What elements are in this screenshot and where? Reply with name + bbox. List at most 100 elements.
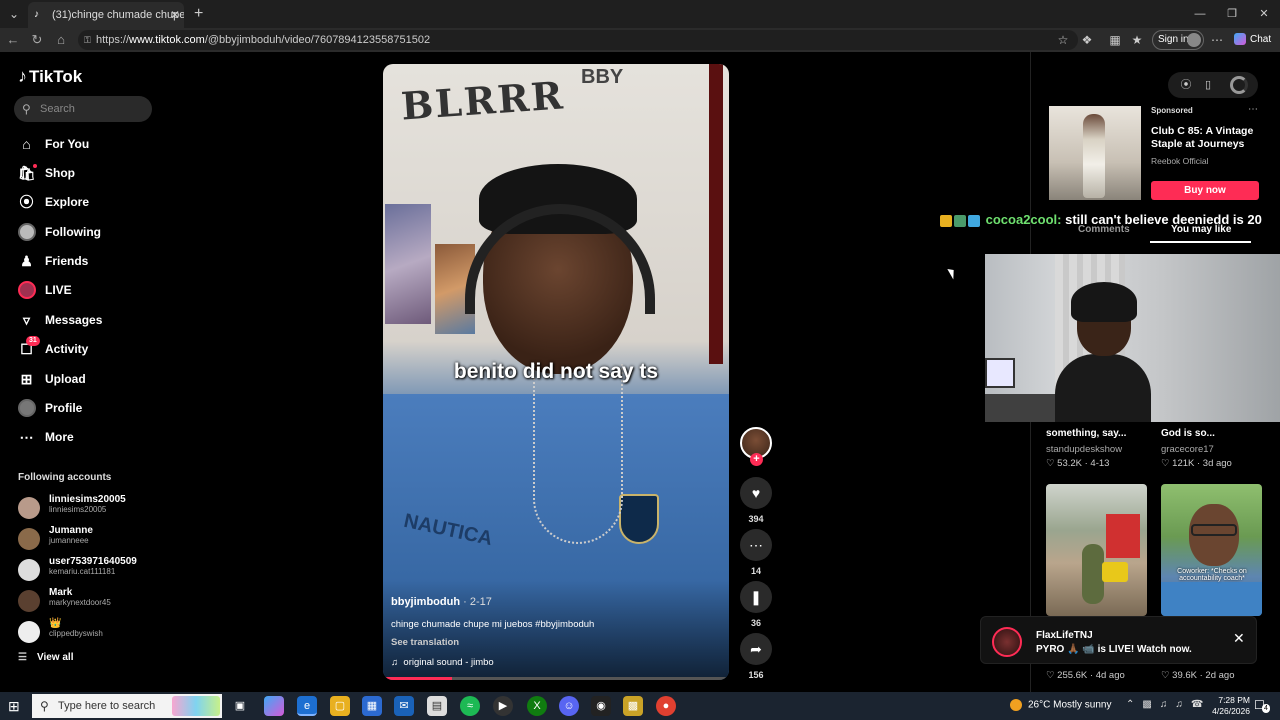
card-date: · 4d ago bbox=[1087, 670, 1125, 681]
more-icon[interactable]: ⋯ bbox=[1208, 31, 1226, 49]
card-author[interactable]: gracecore17 bbox=[1161, 444, 1214, 455]
weather-widget[interactable]: 26°C Mostly sunny bbox=[1010, 699, 1111, 711]
taskbar-clock[interactable]: 7:28 PM 4/26/2026 bbox=[1200, 695, 1250, 717]
buy-now-button[interactable]: Buy now bbox=[1151, 181, 1259, 200]
follow-plus-icon[interactable]: + bbox=[750, 453, 763, 466]
search-highlight-art bbox=[172, 696, 220, 716]
home-icon[interactable]: ⌂ bbox=[52, 31, 70, 49]
ad-more-icon[interactable]: ⋯ bbox=[1248, 104, 1258, 115]
notification-center-icon[interactable]: ☐ 4 bbox=[1254, 698, 1270, 713]
avatar bbox=[18, 590, 40, 612]
following-account[interactable]: user753971640509 kemariu.cat111181 bbox=[18, 555, 168, 583]
phone-icon[interactable]: ▯ bbox=[1199, 76, 1217, 94]
comment-button[interactable]: ⋯ 14 bbox=[740, 529, 772, 576]
video-thumbnail[interactable] bbox=[1046, 484, 1147, 616]
new-tab-plus-icon[interactable]: + bbox=[194, 4, 203, 24]
see-translation-link[interactable]: See translation bbox=[391, 637, 459, 648]
video-caption-overlay: benito did not say ts bbox=[453, 360, 659, 383]
right-tabs: Comments You may like bbox=[1040, 224, 1280, 244]
live-notification[interactable]: FlaxLifeTNJ PYRO 🙏🏾 📹 is LIVE! Watch now… bbox=[980, 616, 1257, 664]
share-button[interactable]: ➦ 156 bbox=[740, 633, 772, 680]
system-tray-icons[interactable]: ⌃▩♫♫☎ bbox=[1126, 699, 1211, 710]
nav-more[interactable]: ⋯ More bbox=[18, 426, 168, 448]
copilot-chat-button[interactable]: Chat bbox=[1234, 31, 1271, 49]
tiktok-logo[interactable]: ♪ TikTok bbox=[18, 66, 82, 87]
minimize-icon[interactable]: — bbox=[1184, 0, 1216, 28]
discord-icon[interactable]: ☺ bbox=[559, 696, 579, 716]
avatar bbox=[18, 559, 40, 581]
nav-for-you[interactable]: ⌂ For You bbox=[18, 133, 168, 155]
taskbar-search-input[interactable]: ⚲ Type here to search bbox=[32, 694, 222, 718]
browser-tab[interactable]: ♪ (31)chinge chumade chupe m ✕ bbox=[28, 2, 184, 28]
mouse-cursor bbox=[947, 266, 958, 280]
notepad-icon[interactable]: ▤ bbox=[427, 696, 447, 716]
close-tab-icon[interactable]: ✕ bbox=[170, 2, 180, 28]
video-sound[interactable]: ♫ original sound - jimbo bbox=[391, 657, 494, 668]
save-button[interactable]: ❚ 36 bbox=[740, 581, 772, 628]
account-handle: kemariu.cat111181 bbox=[49, 567, 116, 576]
mail-icon[interactable]: ✉ bbox=[394, 696, 414, 716]
like-button[interactable]: ♥ 394 bbox=[740, 477, 772, 524]
live-icon bbox=[18, 281, 36, 299]
refresh-icon[interactable]: ↻ bbox=[28, 31, 46, 49]
video-player[interactable]: BLRRR BBY NAUTICA benito did not say ts … bbox=[383, 64, 729, 680]
xbox-icon[interactable]: X bbox=[527, 696, 547, 716]
ad-title[interactable]: Club C 85: A Vintage Staple at Journeys bbox=[1151, 125, 1266, 151]
account-handle: markynextdoor45 bbox=[49, 598, 111, 607]
video-thumbnail[interactable]: Coworker: *Checks on accountability coac… bbox=[1161, 484, 1262, 616]
extensions-icon[interactable]: ❖ bbox=[1078, 31, 1096, 49]
favorites-icon[interactable]: ★ bbox=[1128, 31, 1146, 49]
following-account[interactable]: Jumanne jumanneee bbox=[18, 524, 168, 552]
collections-icon[interactable]: ▦ bbox=[1106, 31, 1124, 49]
favorite-star-icon[interactable]: ☆ bbox=[1054, 31, 1072, 49]
back-icon[interactable]: ← bbox=[4, 31, 22, 49]
media-app-icon[interactable]: ▶ bbox=[493, 696, 513, 716]
friends-icon: ♟ bbox=[20, 253, 33, 269]
card-title[interactable]: God is so... bbox=[1161, 427, 1215, 440]
nav-explore[interactable]: ⦿ Explore bbox=[18, 191, 168, 213]
tab-list-chevron-icon[interactable]: ⌄ bbox=[4, 4, 24, 24]
red-chair bbox=[1106, 514, 1140, 558]
url-field[interactable]: ⚿ https://www.tiktok.com/@bbyjimboduh/vi… bbox=[78, 30, 1078, 50]
sign-in-button[interactable]: Sign in bbox=[1152, 30, 1204, 50]
edge-app-icon[interactable]: e bbox=[297, 696, 317, 716]
nav-messages[interactable]: ▿ Messages bbox=[18, 309, 168, 331]
window-close-icon[interactable]: ✕ bbox=[1248, 0, 1280, 28]
following-account[interactable]: 👑 clippedbyswish bbox=[18, 617, 168, 645]
emote-icon bbox=[968, 214, 980, 227]
music-note-icon: ♫ bbox=[391, 657, 404, 668]
copilot-app-icon[interactable] bbox=[264, 696, 284, 716]
file-explorer-icon[interactable]: ▢ bbox=[330, 696, 350, 716]
following-account[interactable]: Mark markynextdoor45 bbox=[18, 586, 168, 614]
video-author[interactable]: bbyjimboduh · 2-17 bbox=[391, 596, 492, 608]
nav-upload[interactable]: ⊞ Upload bbox=[18, 368, 168, 390]
close-icon[interactable]: ✕ bbox=[1233, 630, 1245, 647]
search-input[interactable]: ⚲ Search bbox=[14, 96, 152, 122]
account-name: Mark bbox=[49, 587, 73, 598]
windows-start-icon[interactable]: ⊞ bbox=[8, 698, 20, 715]
weather-text: 26°C Mostly sunny bbox=[1028, 699, 1112, 711]
card-author[interactable]: standupdeskshow bbox=[1046, 444, 1122, 455]
card-title[interactable]: something, say... bbox=[1046, 427, 1126, 440]
like-count: 394 bbox=[748, 514, 764, 524]
store-icon[interactable]: ▦ bbox=[362, 696, 382, 716]
nav-profile[interactable]: Profile bbox=[18, 397, 168, 419]
task-view-icon[interactable]: ▣ bbox=[230, 696, 250, 716]
compass-icon[interactable]: ⦿ bbox=[1177, 76, 1195, 94]
restore-icon[interactable]: ❐ bbox=[1216, 0, 1248, 28]
nav-live[interactable]: LIVE bbox=[18, 279, 168, 301]
spotify-icon[interactable]: ≈ bbox=[460, 696, 480, 716]
video-progress-bar[interactable] bbox=[383, 677, 729, 680]
nav-friends[interactable]: ♟ Friends bbox=[18, 250, 168, 272]
github-icon[interactable]: ◉ bbox=[591, 696, 611, 716]
sun-icon bbox=[1010, 699, 1022, 711]
app-icon[interactable]: ▩ bbox=[623, 696, 643, 716]
view-all-link[interactable]: ☰ View all bbox=[18, 652, 73, 663]
nav-activity[interactable]: ☐ 31 Activity bbox=[18, 336, 168, 360]
following-account[interactable]: linniesims20005 linniesims20005 bbox=[18, 493, 168, 521]
windows-taskbar: ⊞ ⚲ Type here to search ▣ e ▢ ▦ ✉ ▤ ≈ ▶ … bbox=[0, 692, 1280, 720]
browser-app-icon[interactable]: ● bbox=[656, 696, 676, 716]
nav-label: Messages bbox=[45, 313, 103, 327]
nav-shop[interactable]: 🛍 Shop bbox=[18, 162, 168, 184]
nav-following[interactable]: Following bbox=[18, 221, 168, 243]
